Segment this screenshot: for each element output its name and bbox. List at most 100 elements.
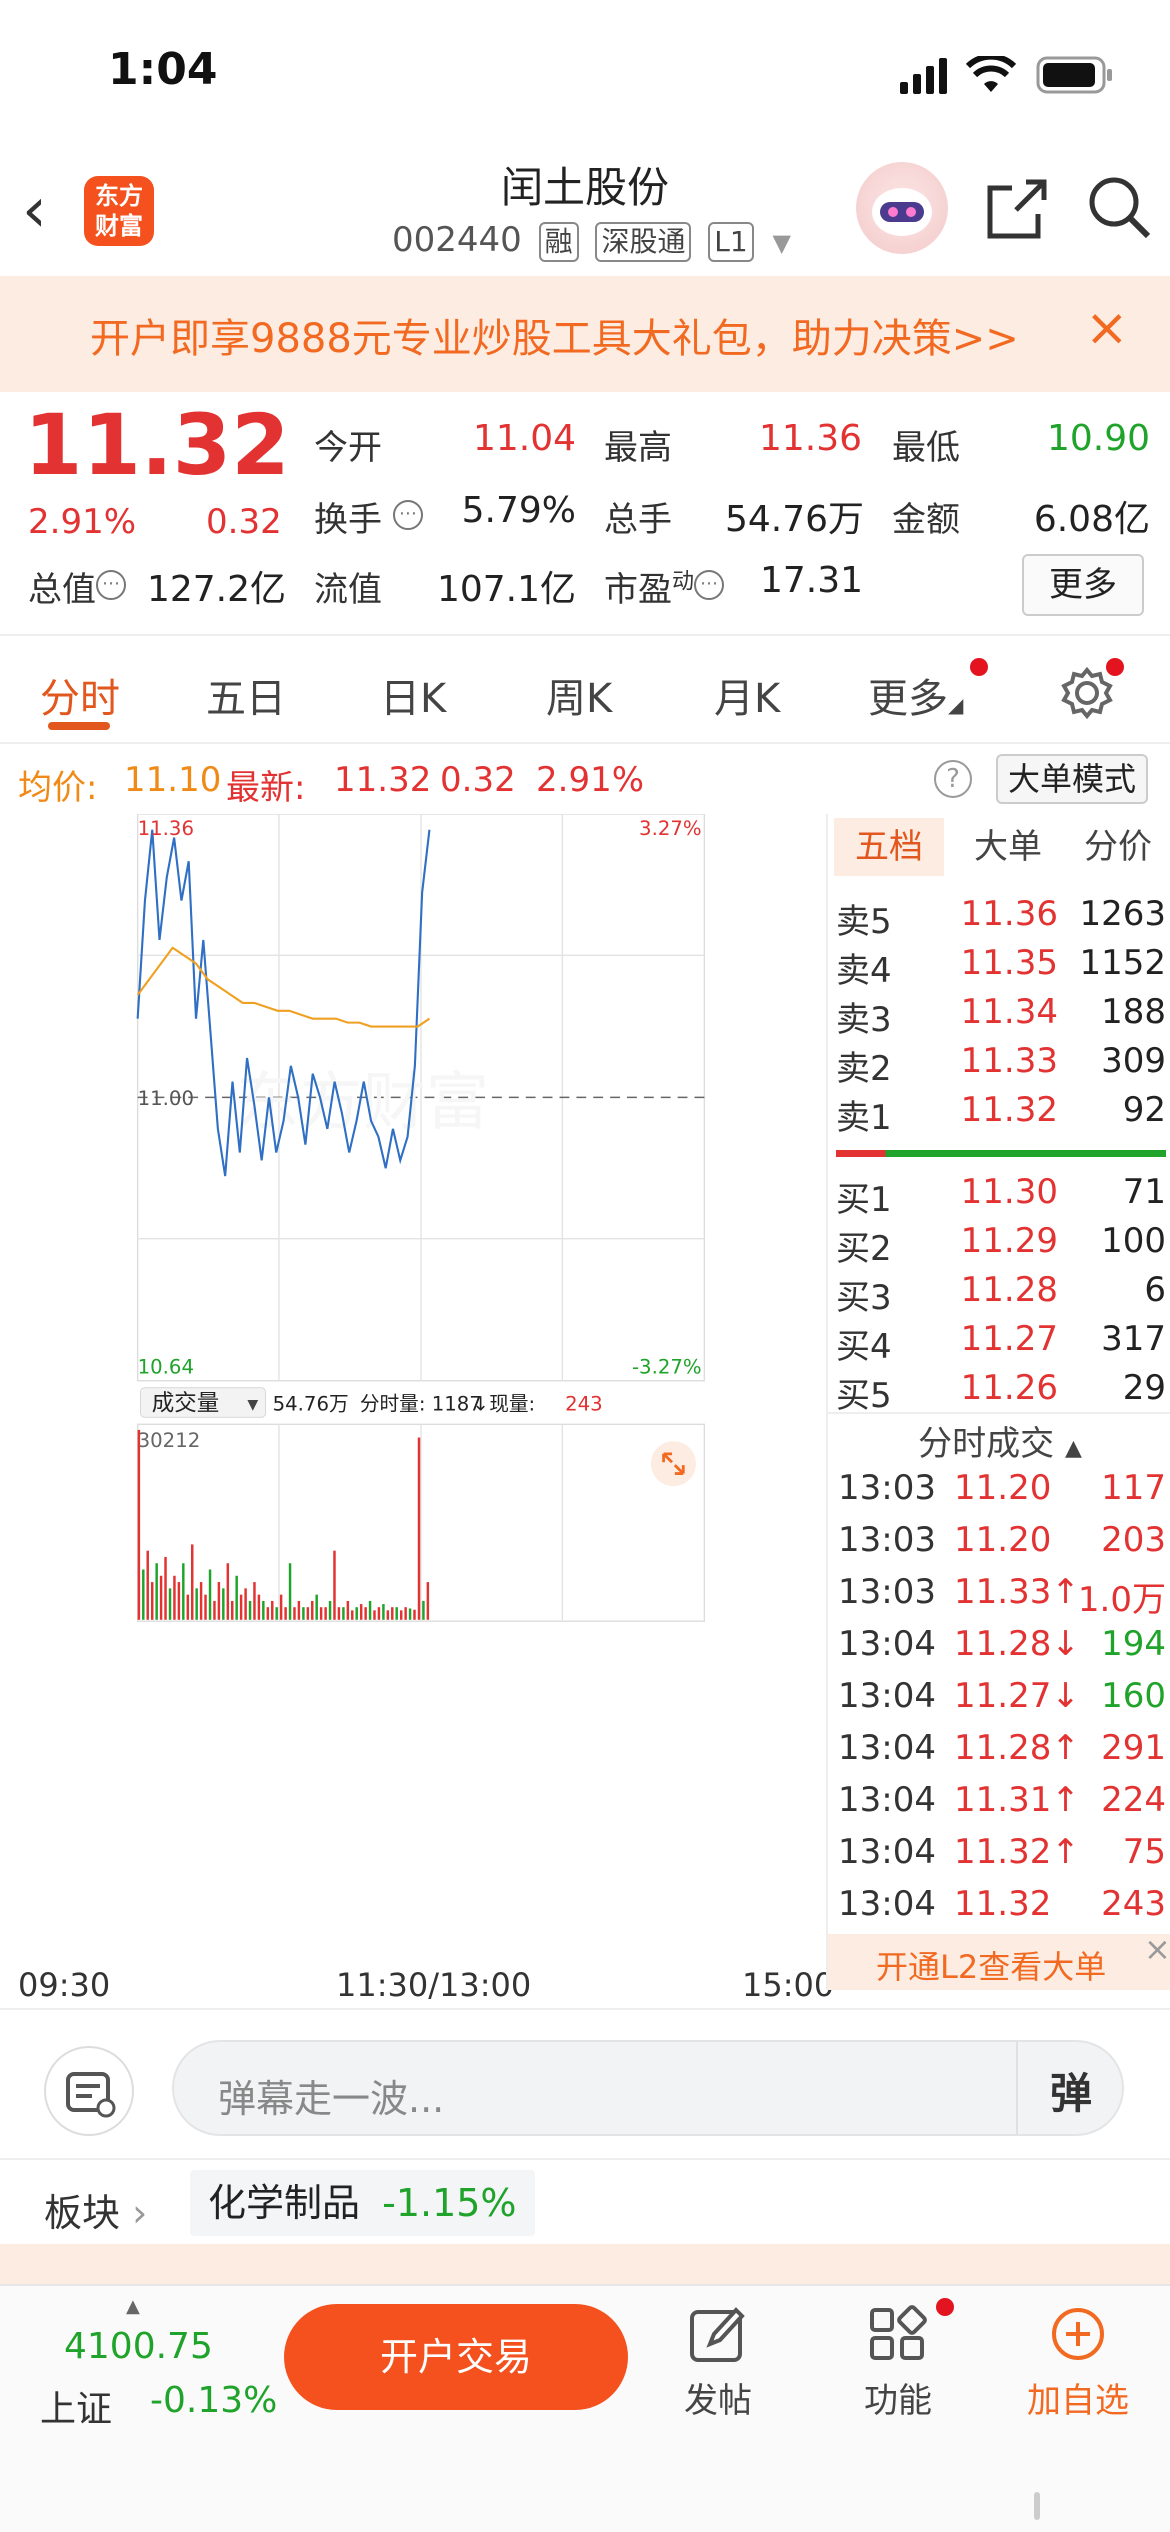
volume-bar [137, 1429, 141, 1620]
trade-volume: 224 [1101, 1780, 1166, 1820]
volume-bar [364, 1607, 367, 1620]
tick-volume: 分时量: 1187 [360, 1392, 482, 1415]
promo-strip [0, 2244, 1170, 2284]
tab-day-k[interactable]: 日K [380, 666, 446, 724]
open-account-trade-button[interactable]: 开户交易 [284, 2304, 628, 2410]
tab-five-level[interactable]: 五档 [834, 818, 944, 876]
dropdown-icon: ▼ [247, 1397, 258, 1413]
volume-bar [208, 1569, 212, 1620]
tab-more[interactable]: 更多◢ [868, 666, 963, 724]
volume-bar [324, 1607, 327, 1620]
level-label: 卖2 [836, 1049, 892, 1089]
level-volume: 1263 [1079, 894, 1166, 934]
volume-bar [239, 1594, 243, 1620]
volume-bar [204, 1594, 207, 1620]
pe-label-text: 市盈 [604, 570, 672, 610]
info-icon[interactable]: ⋯ [694, 569, 725, 600]
large-order-mode-button[interactable]: 大单模式 [996, 754, 1148, 804]
trades-title-text: 分时成交 [918, 1424, 1055, 1464]
volume-bar [284, 1607, 287, 1620]
tag-margin: 融 [538, 222, 579, 262]
intraday-chart[interactable]: 东方财富 11.36 11.00 10.64 3.27% -3.27% 成交量 … [18, 814, 824, 1624]
sector-chip[interactable]: 化学制品 -1.15% [190, 2170, 535, 2236]
search-icon[interactable] [1086, 174, 1152, 240]
tab-week-k[interactable]: 周K [546, 666, 612, 724]
more-button[interactable]: 更多 [1022, 554, 1144, 616]
tag-level: L1 [708, 222, 754, 262]
volume-bar [173, 1575, 176, 1620]
volume-bar [319, 1607, 323, 1620]
add-circle-icon [1052, 2308, 1104, 2360]
tab-big-order[interactable]: 大单 [958, 818, 1058, 876]
comment-settings-icon[interactable] [44, 2046, 134, 2136]
volume-label: 总手 [604, 500, 672, 540]
sector-label[interactable]: 板块 › [44, 2182, 147, 2237]
info-icon[interactable]: ⋯ [96, 569, 126, 600]
latest-label: 最新: [226, 768, 306, 808]
tab-intraday[interactable]: 分时 [40, 666, 120, 724]
close-icon[interactable]: × [1144, 1930, 1170, 1968]
trade-row: 13:04 11.32 243 [828, 1884, 1170, 1932]
signal-icon [900, 58, 947, 94]
level-price: 11.28 [960, 1270, 1058, 1310]
promo-banner[interactable]: 开户即享9888元专业炒股工具大礼包，助力决策>> × [0, 276, 1170, 392]
volume-bar [373, 1610, 376, 1620]
index-name: 上证 [40, 2389, 113, 2430]
stock-header: ‹ 东方 财富 闰土股份 002440 融 深股通 L1 ▼ [0, 140, 1170, 275]
index-pct: -0.13% [150, 2380, 278, 2421]
change-amount: 0.32 [206, 502, 282, 542]
stock-code-row[interactable]: 002440 融 深股通 L1 ▼ [392, 220, 791, 262]
add-watchlist-button[interactable]: 加自选 [1018, 2290, 1138, 2422]
turnover-label-text: 换手 [314, 500, 382, 540]
level-price: 11.36 [960, 894, 1058, 934]
level-price: 11.27 [960, 1319, 1058, 1359]
trade-volume: 117 [1101, 1468, 1166, 1508]
volume-bar [155, 1563, 158, 1620]
post-button[interactable]: 发帖 [658, 2290, 778, 2422]
volume-bar [302, 1607, 305, 1620]
volume-bar [248, 1600, 252, 1620]
x-label-open: 09:30 [18, 1966, 111, 2004]
volume-bar [222, 1588, 225, 1620]
assistant-robot-icon[interactable] [856, 162, 948, 254]
level-price: 11.34 [960, 992, 1058, 1032]
y-min-label: 10.64 [138, 1356, 194, 1379]
trade-row: 13:03 11.20 203 [828, 1520, 1170, 1568]
danmu-button[interactable]: 弹 [1050, 2060, 1092, 2121]
dropdown-icon[interactable]: ▼ [773, 229, 791, 257]
volume-bar [235, 1575, 238, 1620]
volume-bar [311, 1600, 314, 1620]
volume-bar [306, 1607, 310, 1620]
tab-price-dist[interactable]: 分价 [1068, 818, 1168, 876]
logo-text-bottom: 财富 [95, 212, 143, 240]
close-icon[interactable]: × [1085, 298, 1129, 358]
latest-pct: 2.91% [536, 760, 645, 800]
trade-volume: 160 [1101, 1676, 1166, 1716]
tab-month-k[interactable]: 月K [714, 666, 780, 724]
l2-upsell[interactable]: 开通L2查看大单 × [828, 1930, 1170, 1990]
index-value[interactable]: 4100.75 [64, 2326, 213, 2367]
volume-bar [177, 1582, 181, 1620]
danmu-input[interactable]: 弹幕走一波... 弹 [172, 2040, 1124, 2136]
settings-icon[interactable] [1060, 666, 1114, 720]
level-label: 买2 [836, 1229, 892, 1269]
tag-connect: 深股通 [595, 222, 692, 262]
time-axis: 09:30 11:30/13:00 15:00 [18, 1966, 834, 2006]
trade-row: 13:04 11.28↓ 194 [828, 1624, 1170, 1672]
level-volume: 188 [1101, 992, 1166, 1032]
trade-time: 13:04 [838, 1884, 936, 1924]
volume-bar [266, 1607, 270, 1620]
level-volume: 71 [1122, 1172, 1166, 1212]
share-icon[interactable] [986, 178, 1048, 240]
info-icon[interactable]: ⋯ [392, 499, 423, 530]
help-icon[interactable]: ? [934, 760, 972, 798]
volume-bar [328, 1600, 332, 1620]
volume-bar [191, 1544, 194, 1620]
trades-title[interactable]: 分时成交 ▲ [828, 1416, 1170, 1465]
level-label: 卖5 [836, 902, 892, 942]
tab-five-day[interactable]: 五日 [206, 666, 286, 724]
caret-up-icon: ▲ [126, 2296, 140, 2317]
volume-bar [262, 1600, 265, 1620]
volume-bar [337, 1607, 341, 1620]
trade-row: 13:03 11.20 117 [828, 1468, 1170, 1516]
